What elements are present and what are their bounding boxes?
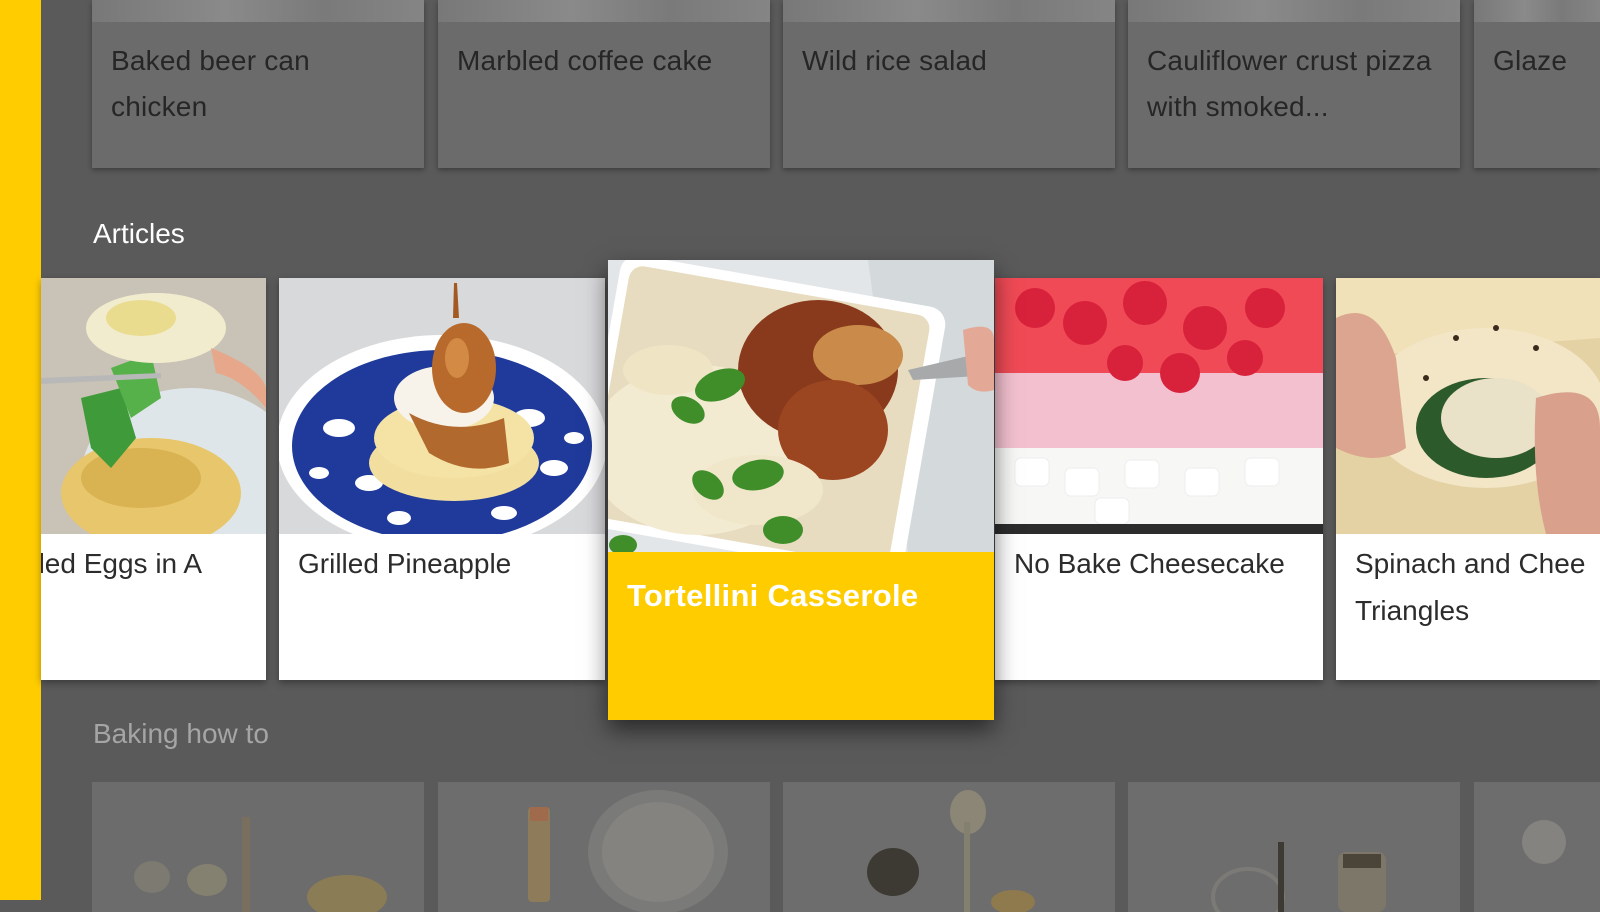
baking-section-title: Baking how to	[93, 718, 269, 749]
article-title: bled Eggs in A	[41, 548, 203, 579]
recipe-thumbnail	[438, 0, 770, 22]
recipe-card[interactable]: Marbled coffee cake	[438, 0, 770, 168]
recipe-thumbnail	[92, 0, 424, 22]
recipe-title: Wild rice salad	[802, 45, 988, 76]
article-card-focused[interactable]: Tortellini Casserole	[608, 260, 994, 720]
recipe-card[interactable]: Wild rice salad	[783, 0, 1115, 168]
article-card[interactable]: No Bake Cheesecake	[995, 278, 1323, 680]
articles-section-title: Articles	[93, 218, 185, 249]
recipe-title: Cauliflower crust pizza with smoked...	[1147, 45, 1432, 122]
baking-card[interactable]	[1128, 782, 1460, 912]
recipe-card[interactable]: Baked beer can chicken	[92, 0, 424, 168]
baking-card[interactable]	[438, 782, 770, 912]
recipe-thumbnail	[1128, 0, 1460, 22]
baking-card[interactable]	[783, 782, 1115, 912]
article-card[interactable]: Spinach and Chee Triangles	[1336, 278, 1600, 680]
recipe-title: Baked beer can chicken	[111, 45, 310, 122]
recipe-title: Marbled coffee cake	[457, 45, 713, 76]
recipe-thumbnail	[783, 0, 1115, 22]
article-image	[279, 278, 605, 534]
baking-image	[438, 782, 770, 912]
baking-card[interactable]	[1474, 782, 1600, 912]
article-card[interactable]: Grilled Pineapple	[279, 278, 605, 680]
baking-image	[1474, 782, 1600, 912]
recipe-card[interactable]: Glaze	[1474, 0, 1600, 168]
article-image	[1336, 278, 1600, 534]
article-title: Tortellini Casserole	[627, 578, 919, 613]
baking-card[interactable]	[92, 782, 424, 912]
accent-sidebar	[0, 0, 41, 900]
article-title: Grilled Pineapple	[298, 548, 512, 579]
baking-image	[783, 782, 1115, 912]
baking-image	[1128, 782, 1460, 912]
recipe-title: Glaze	[1493, 45, 1568, 76]
baking-image	[92, 782, 424, 912]
article-card[interactable]: bled Eggs in A	[41, 278, 266, 680]
article-image	[608, 260, 994, 552]
article-title: No Bake Cheesecake	[1014, 548, 1285, 579]
recipe-thumbnail	[1474, 0, 1600, 22]
article-title: Spinach and Chee Triangles	[1355, 548, 1586, 626]
article-image	[41, 278, 266, 534]
recipe-card[interactable]: Cauliflower crust pizza with smoked...	[1128, 0, 1460, 168]
article-image	[995, 278, 1323, 534]
